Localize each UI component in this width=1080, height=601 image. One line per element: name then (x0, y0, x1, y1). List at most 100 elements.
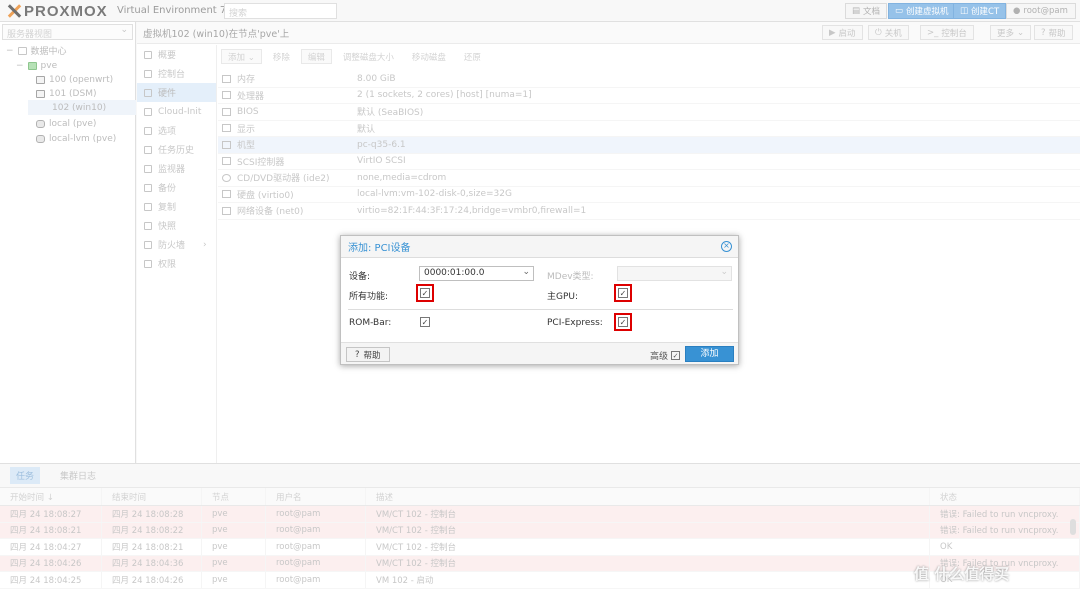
hardware-row-memory[interactable]: 内存 8.00 GiB (218, 71, 1080, 88)
user-icon: ● (1013, 6, 1021, 16)
nav-summary[interactable]: 概要 (137, 45, 216, 64)
nav-replication[interactable]: 复制 (137, 197, 216, 216)
revert-button[interactable]: 还原 (457, 49, 488, 64)
docs-button[interactable]: ▤ 文档 (845, 3, 888, 19)
device-label: 设备: (349, 272, 371, 282)
more-button[interactable]: 更多 ⌄ (990, 25, 1032, 40)
vm-monitor-icon (36, 75, 45, 84)
nav-monitor[interactable]: 监视器 (137, 159, 216, 178)
hardware-row-scsi-controller[interactable]: SCSI控制器 VirtIO SCSI (218, 154, 1080, 170)
edit-button[interactable]: 编辑 (300, 49, 332, 64)
hardware-row-machine[interactable]: 机型 pc-q35-6.1 (218, 137, 1080, 154)
col-node[interactable]: 节点 (202, 488, 266, 505)
play-icon: ▶ (829, 27, 836, 38)
tree-item-storage-local[interactable]: local (pve) (36, 116, 96, 131)
tab-tasks[interactable]: 任务 (10, 467, 41, 484)
shutdown-button[interactable]: ⏻ 关机 (868, 25, 909, 40)
cogs-icon (222, 140, 231, 149)
nav-firewall[interactable]: 防火墙 › (137, 235, 216, 254)
storage-icon (36, 119, 45, 128)
dialog-divider (348, 309, 733, 310)
highlight-box (416, 284, 434, 302)
tree-item-vm-100[interactable]: 100 (openwrt) (36, 72, 113, 87)
nav-permissions[interactable]: 权限 (137, 254, 216, 273)
cube-icon: ◫ (960, 6, 969, 16)
tree-item-node-pve[interactable]: − pve (16, 58, 57, 73)
add-hardware-button[interactable]: 添加 ⌄ (221, 49, 262, 64)
tree-item-datacenter[interactable]: − 数据中心 (6, 43, 67, 58)
retweet-icon (144, 202, 152, 211)
add-button[interactable]: 添加 (685, 346, 734, 362)
question-icon: ? (355, 349, 360, 360)
table-row[interactable]: 四月 24 18:08:27 四月 24 18:08:28 pve root@p… (0, 506, 1080, 523)
chevron-right-icon: › (203, 239, 207, 250)
proxmox-x-icon (6, 3, 22, 19)
table-row[interactable]: 四月 24 18:08:21 四月 24 18:08:22 pve root@p… (0, 522, 1080, 539)
monitor-icon (144, 88, 152, 97)
database-icon (222, 157, 231, 166)
close-icon[interactable]: × (721, 241, 732, 252)
rombar-checkbox[interactable]: ✓ (420, 317, 430, 327)
help-button[interactable]: ? 帮助 (346, 347, 390, 362)
rombar-label: ROM-Bar: (349, 318, 392, 328)
resize-disk-button[interactable]: 调整磁盘大小 (336, 49, 401, 64)
advanced-toggle[interactable]: 高级 ✓ (650, 349, 681, 362)
remove-button[interactable]: 移除 (266, 49, 297, 64)
list-icon (144, 145, 152, 154)
hardware-row-processor[interactable]: 处理器 2 (1 sockets, 2 cores) [host] [numa=1… (218, 88, 1080, 104)
vm-monitor-icon (36, 89, 45, 98)
col-description[interactable]: 描述 (366, 488, 930, 505)
start-button[interactable]: ▶ 启动 (822, 25, 863, 40)
col-start-time[interactable]: 开始时间 ↓ (0, 488, 102, 505)
hardware-row-display[interactable]: 显示 默认 (218, 121, 1080, 137)
nav-snapshots[interactable]: 快照 (137, 216, 216, 235)
log-scrollbar[interactable] (1070, 519, 1076, 535)
monitor-icon: ▭ (895, 6, 904, 16)
help-header-button[interactable]: ? 帮助 (1034, 25, 1073, 40)
memory-icon (222, 74, 231, 83)
console-button[interactable]: >_ 控制台 (920, 25, 974, 40)
top-search-input[interactable]: 搜索 (224, 3, 337, 19)
storage-icon (36, 134, 45, 143)
cloud-icon (144, 107, 152, 116)
tab-cluster-log[interactable]: 集群日志 (54, 467, 102, 484)
hardware-row-network[interactable]: 网络设备 (net0) virtio=82:1F:44:3F:17:24,brid… (218, 203, 1080, 220)
nav-task-history[interactable]: 任务历史 (137, 140, 216, 159)
col-end-time[interactable]: 结束时间 (102, 488, 202, 505)
nav-hardware[interactable]: 硬件 (137, 83, 216, 102)
logo-text: PROXMOX (24, 2, 108, 20)
cpu-icon (222, 91, 231, 100)
vm-nav-menu: 概要 控制台 硬件 Cloud-Init 选项 任务历史 监视器 备份 复制 快… (137, 45, 217, 463)
move-disk-button[interactable]: 移动磁盘 (405, 49, 453, 64)
book-icon: ▤ (852, 6, 861, 16)
col-user[interactable]: 用户名 (266, 488, 366, 505)
create-ct-button[interactable]: ◫ 创建CT (953, 3, 1007, 19)
advanced-checkbox[interactable]: ✓ (671, 351, 681, 360)
hardware-row-bios[interactable]: BIOS 默认 (SeaBIOS) (218, 104, 1080, 121)
hardware-toolbar: 添加 ⌄ 移除 编辑 调整磁盘大小 移动磁盘 还原 (221, 49, 488, 67)
floppy-icon (144, 183, 152, 192)
dialog-footer: ? 帮助 高级 ✓ 添加 (341, 342, 738, 364)
table-row[interactable]: 四月 24 18:04:27 四月 24 18:08:21 pve root@p… (0, 539, 1080, 556)
hardware-row-hard-disk[interactable]: 硬盘 (virtio0) local-lvm:vm-102-disk-0,size… (218, 187, 1080, 203)
tree-item-vm-101[interactable]: 101 (DSM) (36, 86, 96, 101)
col-status[interactable]: 状态 (930, 488, 1080, 505)
nav-options[interactable]: 选项 (137, 121, 216, 140)
dialog-title: 添加: PCI设备 (348, 243, 411, 254)
microchip-icon (222, 107, 231, 116)
page-title: 虚拟机102 (win10)在节点'pve'上 (143, 28, 290, 40)
add-pci-device-dialog: 添加: PCI设备 × 设备: 0000:01:00.0 ⌄ MDev类型: ⌄… (340, 235, 739, 365)
hardware-row-cdrom[interactable]: CD/DVD驱动器 (ide2) none,media=cdrom (218, 170, 1080, 187)
terminal-icon: >_ (927, 27, 939, 38)
tree-item-storage-local-lvm[interactable]: local-lvm (pve) (36, 131, 116, 146)
device-select[interactable]: 0000:01:00.0 ⌄ (419, 266, 534, 281)
user-menu-button[interactable]: ● root@pam (1006, 3, 1076, 19)
nav-cloud-init[interactable]: Cloud-Init (137, 102, 216, 121)
tree-item-vm-102[interactable]: 102 (win10) (28, 100, 136, 115)
mdev-type-select[interactable]: ⌄ (617, 266, 732, 281)
server-view-select[interactable]: 服务器视图 (2, 24, 133, 40)
nav-backup[interactable]: 备份 (137, 178, 216, 197)
create-vm-button[interactable]: ▭ 创建虚拟机 (888, 3, 956, 19)
summary-icon (144, 50, 152, 59)
nav-console[interactable]: 控制台 (137, 64, 216, 83)
